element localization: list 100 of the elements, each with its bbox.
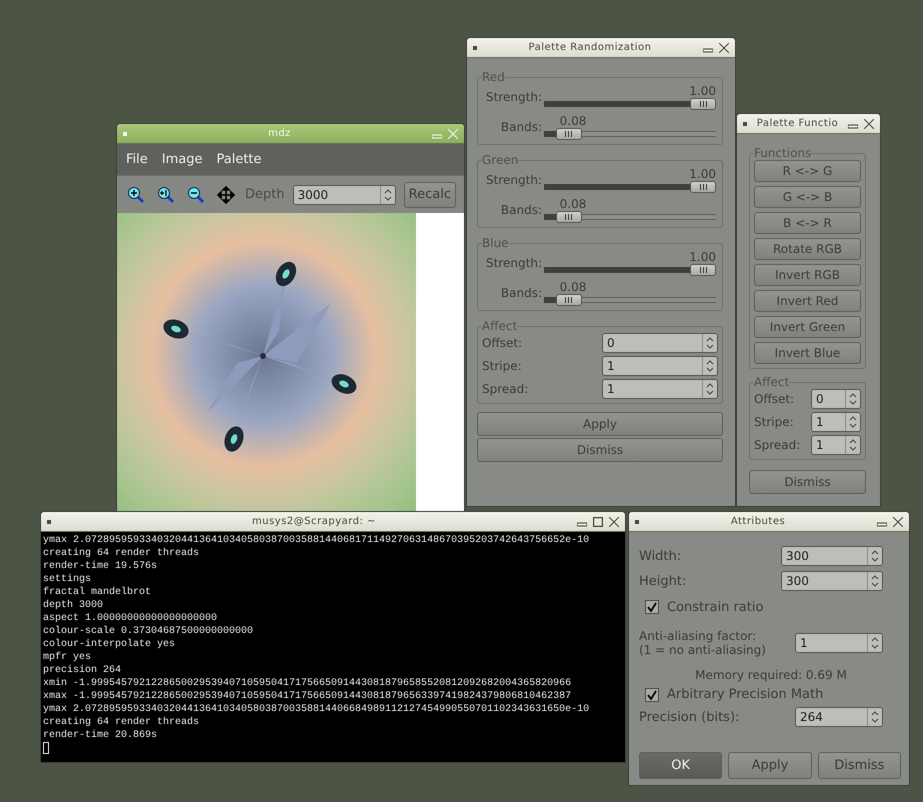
terminal-line: render-time 20.869s	[43, 729, 158, 742]
window-menu-icon[interactable]	[635, 520, 639, 524]
slider-thumb[interactable]	[690, 98, 716, 110]
window-menu-icon[interactable]	[47, 520, 51, 524]
slider-track[interactable]	[544, 98, 716, 110]
terminal-line: fractal mandelbrot	[43, 586, 152, 599]
group-title: Blue	[482, 236, 509, 250]
terminal-line: creating 64 render threads	[43, 547, 200, 560]
function-button[interactable]: R <-> G	[754, 160, 861, 182]
terminal-line: colour-interpolate yes	[43, 638, 176, 651]
function-button[interactable]: Invert Green	[754, 316, 861, 338]
terminal-line: colour-scale 0.37304687500000000000	[43, 625, 254, 638]
spin-field[interactable]: 1	[602, 379, 718, 399]
terminal-line: precision 264	[43, 664, 122, 677]
window-menu-icon[interactable]	[473, 46, 477, 50]
terminal-line: xmax -1.99954579212286500295394071059504171756650914430818796563397419824379806810462387	[43, 690, 572, 703]
spin-field[interactable]: 1	[602, 356, 718, 376]
function-button[interactable]: Invert Red	[754, 290, 861, 312]
function-button[interactable]: G <-> B	[754, 186, 861, 208]
checkbox-label: Arbitrary Precision Math	[667, 687, 824, 702]
spin-field[interactable]: 300	[781, 546, 883, 566]
spin-field[interactable]: 1	[811, 412, 861, 432]
dialog-button[interactable]: Dismiss	[818, 752, 901, 779]
maximize-icon[interactable]	[593, 516, 603, 526]
terminal-line: ymax 2.07289595933403204413641034058038700358814406817114927063148670395203742643756652e-10	[43, 534, 590, 547]
window-title: Attributes	[730, 516, 786, 527]
slider-reading: 0.08	[560, 280, 586, 294]
slider-thumb[interactable]	[556, 211, 582, 223]
slider-track[interactable]	[544, 128, 716, 140]
spin-field[interactable]: 0	[602, 333, 718, 353]
window-title: Palette Randomization	[527, 42, 653, 53]
slider-reading: 0.08	[560, 197, 586, 211]
group-title: Affect	[754, 375, 790, 389]
slider-thumb[interactable]	[556, 294, 582, 306]
field-label: Anti-aliasing factor:	[639, 629, 758, 643]
spin-field[interactable]: 300	[781, 571, 883, 591]
dialog-button[interactable]: OK	[639, 752, 722, 779]
checkbox-label: Constrain ratio	[667, 600, 764, 614]
field-label: Precision (bits):	[639, 710, 740, 724]
menu-item[interactable]: Image	[156, 152, 208, 167]
dialog-button[interactable]: Dismiss	[477, 438, 723, 462]
slider-label: Strength:	[485, 90, 543, 104]
close-icon[interactable]	[609, 516, 619, 526]
recalc-button[interactable]: Recalc	[404, 182, 456, 208]
field-label: Width:	[639, 548, 682, 564]
close-icon[interactable]	[864, 118, 874, 128]
dialog-button[interactable]: Apply	[477, 412, 723, 436]
field-label: Height:	[639, 574, 686, 588]
checkbox[interactable]	[645, 688, 659, 702]
slider-track[interactable]	[544, 181, 716, 193]
cursor-icon	[43, 742, 49, 754]
group-title: Red	[482, 70, 505, 84]
slider-thumb[interactable]	[556, 128, 582, 140]
spin-field[interactable]: 1	[811, 435, 861, 455]
function-button[interactable]: Invert RGB	[754, 264, 861, 286]
function-button[interactable]: Invert Blue	[754, 342, 861, 364]
spin-field[interactable]: 1	[795, 633, 883, 653]
slider-track[interactable]	[544, 211, 716, 223]
slider-reading: 0.08	[560, 114, 586, 128]
close-icon[interactable]	[893, 516, 903, 526]
spin-field[interactable]: 0	[811, 389, 861, 409]
slider-label: Bands:	[500, 203, 543, 217]
window-title: Palette Functio	[756, 118, 840, 129]
close-icon[interactable]	[719, 42, 729, 52]
menu-item[interactable]: Palette	[211, 152, 267, 167]
terminal-line: mpfr yes	[43, 651, 92, 664]
dialog-button[interactable]: Dismiss	[749, 470, 866, 494]
slider-reading: 1.00	[689, 250, 716, 264]
terminal-line: settings	[43, 573, 92, 586]
field-label: Stripe:	[754, 415, 794, 429]
menu-item[interactable]: File	[121, 152, 153, 167]
function-button[interactable]: B <-> R	[754, 212, 861, 234]
slider-track[interactable]	[544, 264, 716, 276]
window-menu-icon[interactable]	[743, 122, 747, 126]
function-button[interactable]: Rotate RGB	[754, 238, 861, 260]
spin-field[interactable]: 264	[795, 707, 883, 727]
checkbox[interactable]	[645, 600, 659, 614]
terminal-line: aspect 1.00000000000000000000	[43, 612, 218, 625]
terminal-line: xmin -1.99954579212286500295394071059504171756650914430818796585520812092682004365820966	[43, 677, 572, 690]
field-label: Offset:	[754, 392, 794, 406]
group-title: Affect	[482, 319, 518, 333]
window-title: musys2@Scrapyard: ~	[251, 516, 377, 527]
terminal-line: render-time 19.576s	[43, 560, 158, 573]
depth-label: Depth	[245, 187, 285, 202]
slider-thumb[interactable]	[690, 181, 716, 193]
terminal-line: ymax 2.07289595933403204413641034058038700358814406684989112127454990550701102343631650e-10	[43, 703, 590, 716]
dialog-button[interactable]: Apply	[728, 752, 812, 779]
terminal-line: creating 64 render threads	[43, 716, 200, 729]
spin-field[interactable]: 3000	[292, 184, 396, 204]
slider-label: Bands:	[500, 120, 543, 134]
slider-label: Strength:	[485, 256, 543, 270]
group-title: Functions	[754, 146, 812, 160]
slider-label: Bands:	[500, 286, 543, 300]
window-title: mdz	[267, 128, 292, 139]
field-label: Stripe:	[482, 359, 522, 373]
field-label: Spread:	[482, 382, 528, 396]
slider-thumb[interactable]	[690, 264, 716, 276]
slider-track[interactable]	[544, 294, 716, 306]
slider-reading: 1.00	[689, 167, 716, 181]
field-label: Spread:	[754, 438, 800, 452]
